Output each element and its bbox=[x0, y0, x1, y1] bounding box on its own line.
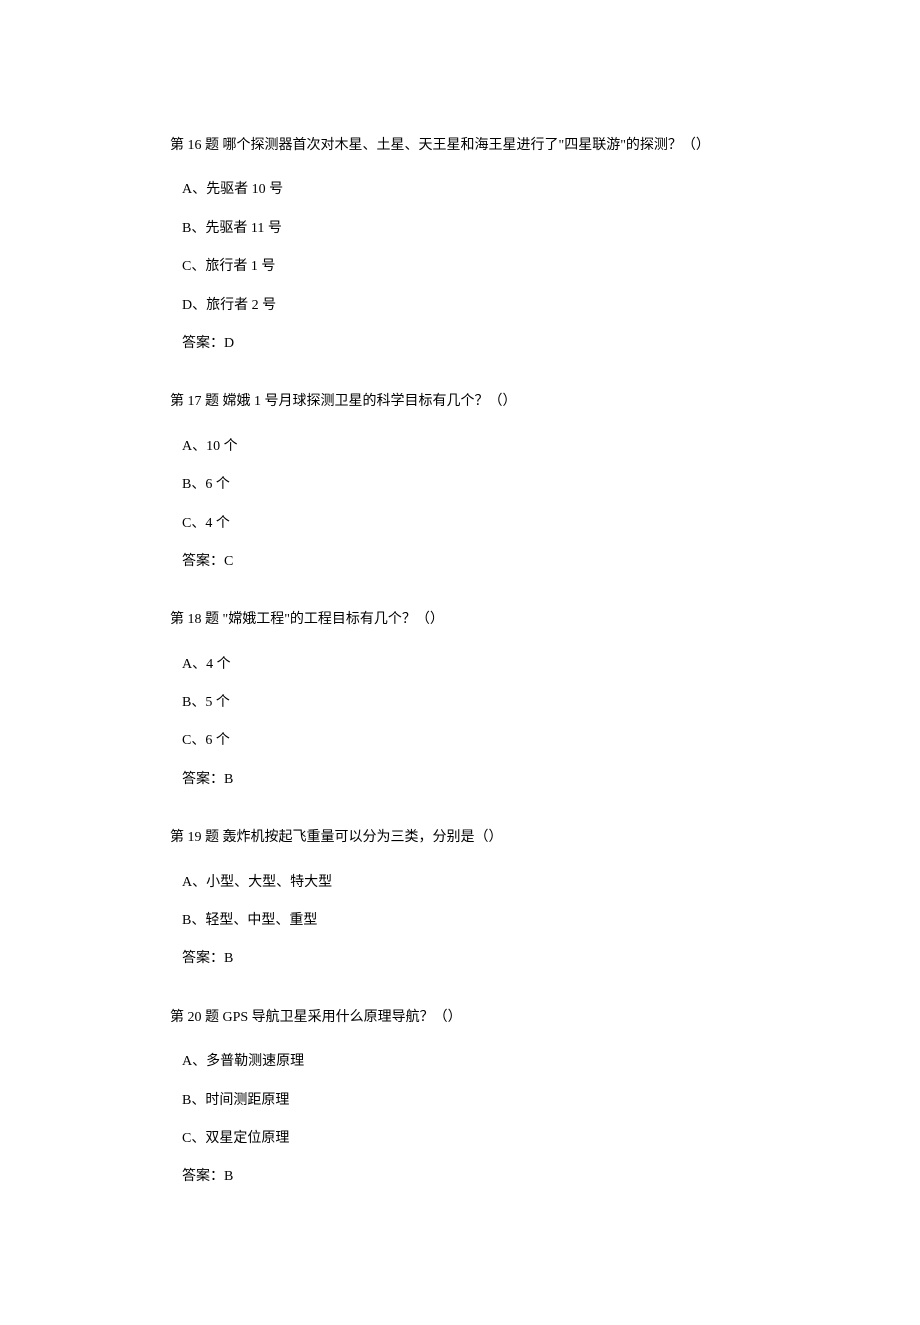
question-title: 第 20 题 GPS 导航卫星采用什么原理导航？（） bbox=[170, 1007, 750, 1029]
question-option: B、轻型、中型、重型 bbox=[170, 910, 750, 932]
question-answer: 答案：B bbox=[170, 769, 750, 791]
question-option: A、先驱者 10 号 bbox=[170, 179, 750, 201]
question-option: C、6 个 bbox=[170, 730, 750, 752]
question-option: B、5 个 bbox=[170, 692, 750, 714]
question-answer: 答案：C bbox=[170, 551, 750, 573]
question-title: 第 18 题 "嫦娥工程"的工程目标有几个？（） bbox=[170, 609, 750, 631]
question-title: 第 19 题 轰炸机按起飞重量可以分为三类，分别是（） bbox=[170, 827, 750, 849]
question-option: A、多普勒测速原理 bbox=[170, 1051, 750, 1073]
question-option: C、旅行者 1 号 bbox=[170, 256, 750, 278]
question-title: 第 16 题 哪个探测器首次对木星、土星、天王星和海王星进行了"四星联游"的探测… bbox=[170, 135, 750, 157]
question-answer: 答案：D bbox=[170, 333, 750, 355]
question-option: B、时间测距原理 bbox=[170, 1090, 750, 1112]
question-option: C、4 个 bbox=[170, 513, 750, 535]
question-block: 第 17 题 嫦娥 1 号月球探测卫星的科学目标有几个？（） A、10 个 B、6 … bbox=[170, 391, 750, 573]
question-title: 第 17 题 嫦娥 1 号月球探测卫星的科学目标有几个？（） bbox=[170, 391, 750, 413]
question-option: A、4 个 bbox=[170, 654, 750, 676]
question-block: 第 20 题 GPS 导航卫星采用什么原理导航？（） A、多普勒测速原理 B、时间测… bbox=[170, 1007, 750, 1189]
document-body: 第 16 题 哪个探测器首次对木星、土星、天王星和海王星进行了"四星联游"的探测… bbox=[170, 135, 750, 1189]
question-option: A、小型、大型、特大型 bbox=[170, 872, 750, 894]
question-answer: 答案：B bbox=[170, 948, 750, 970]
question-option: D、旅行者 2 号 bbox=[170, 295, 750, 317]
question-option: C、双星定位原理 bbox=[170, 1128, 750, 1150]
question-block: 第 16 题 哪个探测器首次对木星、土星、天王星和海王星进行了"四星联游"的探测… bbox=[170, 135, 750, 355]
question-answer: 答案：B bbox=[170, 1166, 750, 1188]
question-block: 第 19 题 轰炸机按起飞重量可以分为三类，分别是（） A、小型、大型、特大型 B、… bbox=[170, 827, 750, 971]
question-block: 第 18 题 "嫦娥工程"的工程目标有几个？（） A、4 个 B、5 个 C、6 个答… bbox=[170, 609, 750, 791]
question-option: B、6 个 bbox=[170, 474, 750, 496]
question-option: B、先驱者 11 号 bbox=[170, 218, 750, 240]
question-option: A、10 个 bbox=[170, 436, 750, 458]
